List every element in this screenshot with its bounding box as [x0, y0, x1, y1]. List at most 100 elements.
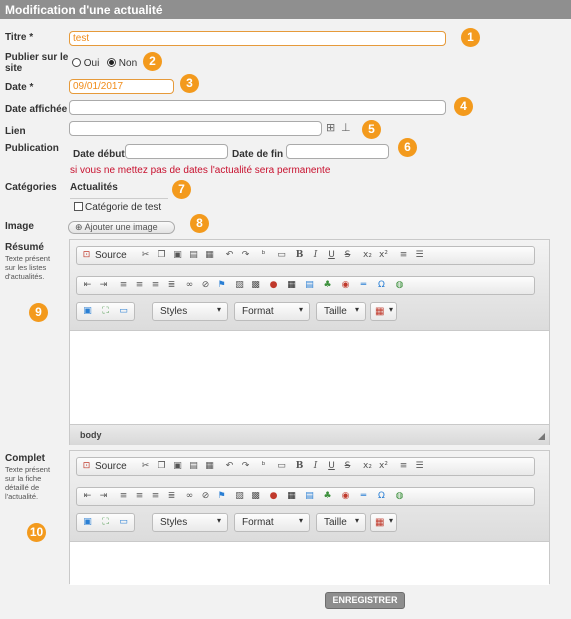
- size-select[interactable]: Taille ▾: [316, 302, 366, 321]
- strike-icon[interactable]: S: [341, 249, 354, 262]
- source-icon[interactable]: ⊡: [80, 249, 93, 262]
- table-icon[interactable]: ▦: [285, 490, 298, 503]
- align-center-icon[interactable]: ≡: [133, 279, 146, 292]
- page-break-icon[interactable]: ═: [357, 279, 370, 292]
- bold-icon[interactable]: B: [293, 460, 306, 473]
- bullet-list-icon[interactable]: ☰: [413, 249, 426, 262]
- strike-icon[interactable]: S: [341, 460, 354, 473]
- align-left-icon[interactable]: ≡: [117, 279, 130, 292]
- paste-text-icon[interactable]: ▤: [187, 249, 200, 262]
- maximize-icon[interactable]: ▣: [81, 516, 94, 529]
- text-color-button[interactable]: ▦ ▾: [370, 302, 397, 321]
- date-input[interactable]: 09/01/2017: [69, 79, 174, 94]
- image-icon[interactable]: ▨: [233, 490, 246, 503]
- link-icon[interactable]: ∞: [183, 279, 196, 292]
- cut-icon[interactable]: ✂: [139, 249, 152, 262]
- media-icon[interactable]: ▩: [249, 279, 262, 292]
- align-right-icon[interactable]: ≡: [149, 279, 162, 292]
- page-break-icon[interactable]: ═: [357, 490, 370, 503]
- redo-icon[interactable]: ↷: [239, 460, 252, 473]
- date-fin-input[interactable]: [286, 144, 389, 159]
- select-all-icon[interactable]: ▭: [275, 460, 288, 473]
- indent-icon[interactable]: ⇥: [97, 490, 110, 503]
- outdent-icon[interactable]: ⇤: [81, 490, 94, 503]
- radio-oui[interactable]: [72, 58, 81, 67]
- cut-icon[interactable]: ✂: [139, 460, 152, 473]
- find-replace-icon[interactable]: ᵇ: [257, 249, 270, 262]
- format-select[interactable]: Format ▾: [234, 302, 310, 321]
- undo-icon[interactable]: ↶: [223, 249, 236, 262]
- align-center-icon[interactable]: ≡: [133, 490, 146, 503]
- special-char-icon[interactable]: Ω: [375, 490, 388, 503]
- spellcheck-icon[interactable]: ◍: [393, 490, 406, 503]
- resume-editor-content[interactable]: [70, 332, 549, 424]
- publier-oui-option[interactable]: Oui: [72, 58, 99, 69]
- spellcheck-icon[interactable]: ◍: [393, 279, 406, 292]
- find-replace-icon[interactable]: ᵇ: [257, 460, 270, 473]
- add-image-button[interactable]: ⊕ Ajouter une image: [68, 221, 175, 234]
- link-icon[interactable]: ∞: [183, 490, 196, 503]
- undo-icon[interactable]: ↶: [223, 460, 236, 473]
- maximize-icon[interactable]: ▣: [81, 305, 94, 318]
- lien-input[interactable]: [69, 121, 322, 136]
- resize-handle-icon[interactable]: [538, 433, 545, 440]
- paste-word-icon[interactable]: ▦: [203, 249, 216, 262]
- flash-icon[interactable]: ●: [267, 490, 280, 503]
- special-char-icon[interactable]: Ω: [375, 279, 388, 292]
- iframe-icon[interactable]: ◉: [339, 490, 352, 503]
- flash-icon[interactable]: ●: [267, 279, 280, 292]
- anchor-icon[interactable]: ⚑: [215, 490, 228, 503]
- bold-icon[interactable]: B: [293, 249, 306, 262]
- sitemap-icon[interactable]: ⊥: [341, 121, 351, 134]
- numbered-list-icon[interactable]: ≡: [397, 249, 410, 262]
- source-icon[interactable]: ⊡: [80, 460, 93, 473]
- radio-non[interactable]: [107, 58, 116, 67]
- styles-select[interactable]: Styles ▾: [152, 513, 228, 532]
- underline-icon[interactable]: U: [325, 460, 338, 473]
- paste-word-icon[interactable]: ▦: [203, 460, 216, 473]
- preview-icon[interactable]: ▭: [117, 516, 130, 529]
- image-icon[interactable]: ▨: [233, 279, 246, 292]
- align-left-icon[interactable]: ≡: [117, 490, 130, 503]
- save-button[interactable]: ENREGISTRER: [325, 592, 405, 609]
- show-blocks-icon[interactable]: ⛶: [99, 305, 112, 318]
- titre-input[interactable]: test: [69, 31, 446, 46]
- superscript-icon[interactable]: x²: [377, 249, 390, 262]
- iframe-icon[interactable]: ◉: [339, 279, 352, 292]
- paste-icon[interactable]: ▣: [171, 249, 184, 262]
- paste-icon[interactable]: ▣: [171, 460, 184, 473]
- smiley-icon[interactable]: ♣: [321, 279, 334, 292]
- show-blocks-icon[interactable]: ⛶: [99, 516, 112, 529]
- copy-icon[interactable]: ❐: [155, 460, 168, 473]
- date-debut-input[interactable]: [125, 144, 228, 159]
- source-button[interactable]: Source: [95, 461, 127, 472]
- justify-icon[interactable]: ≣: [165, 279, 178, 292]
- text-color-button[interactable]: ▦ ▾: [370, 513, 397, 532]
- horizontal-rule-icon[interactable]: ▤: [303, 279, 316, 292]
- category-option[interactable]: Catégorie de test: [74, 202, 161, 213]
- align-right-icon[interactable]: ≡: [149, 490, 162, 503]
- media-icon[interactable]: ▩: [249, 490, 262, 503]
- italic-icon[interactable]: I: [309, 249, 322, 262]
- subscript-icon[interactable]: x₂: [361, 249, 374, 262]
- subscript-icon[interactable]: x₂: [361, 460, 374, 473]
- bullet-list-icon[interactable]: ☰: [413, 460, 426, 473]
- superscript-icon[interactable]: x²: [377, 460, 390, 473]
- indent-icon[interactable]: ⇥: [97, 279, 110, 292]
- unlink-icon[interactable]: ⊘: [199, 279, 212, 292]
- preview-icon[interactable]: ▭: [117, 305, 130, 318]
- format-select[interactable]: Format ▾: [234, 513, 310, 532]
- horizontal-rule-icon[interactable]: ▤: [303, 490, 316, 503]
- copy-icon[interactable]: ❐: [155, 249, 168, 262]
- numbered-list-icon[interactable]: ≡: [397, 460, 410, 473]
- complet-editor-content[interactable]: [70, 543, 549, 585]
- category-checkbox[interactable]: [74, 202, 83, 211]
- anchor-icon[interactable]: ⚑: [215, 279, 228, 292]
- styles-select[interactable]: Styles ▾: [152, 302, 228, 321]
- select-all-icon[interactable]: ▭: [275, 249, 288, 262]
- smiley-icon[interactable]: ♣: [321, 490, 334, 503]
- paste-text-icon[interactable]: ▤: [187, 460, 200, 473]
- outdent-icon[interactable]: ⇤: [81, 279, 94, 292]
- unlink-icon[interactable]: ⊘: [199, 490, 212, 503]
- justify-icon[interactable]: ≣: [165, 490, 178, 503]
